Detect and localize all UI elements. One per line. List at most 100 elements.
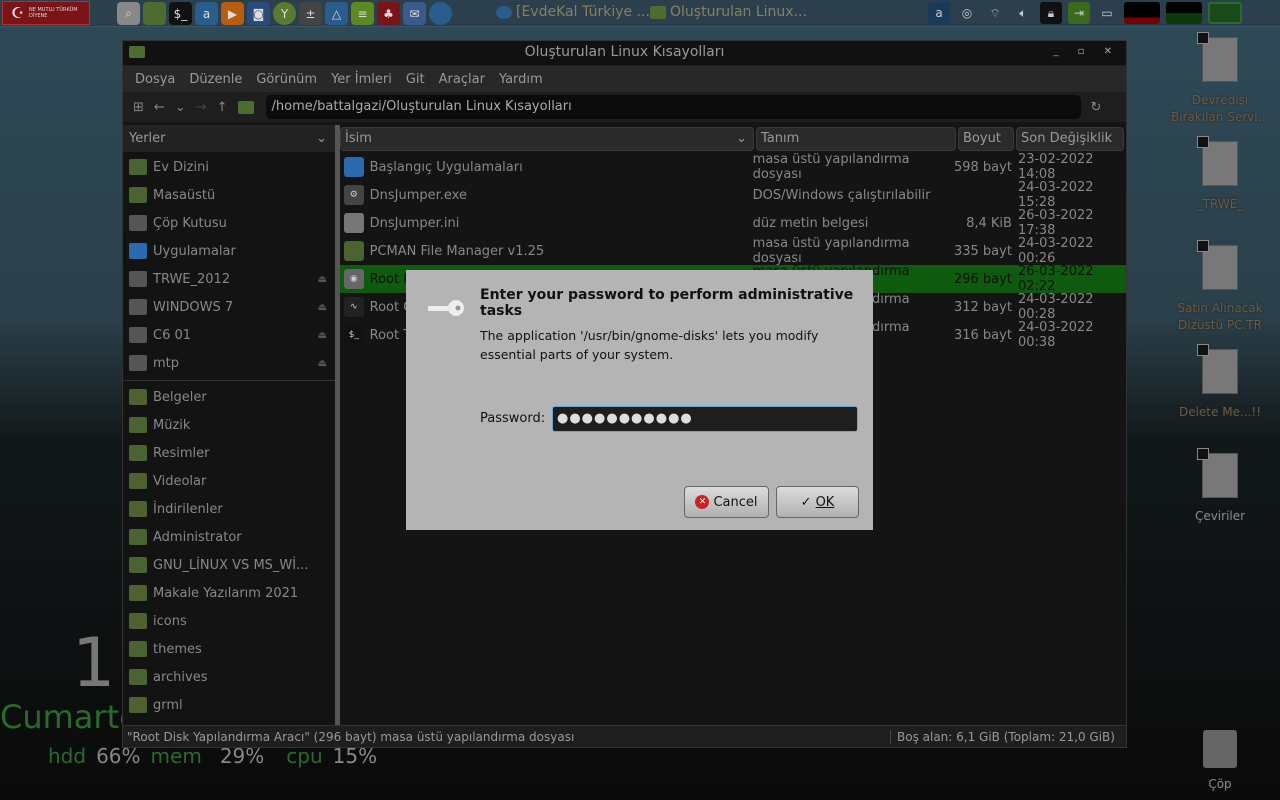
bookmark-item[interactable]: İndirilenler (123, 495, 335, 523)
cpu-graph (1124, 2, 1160, 24)
desktop-icon (129, 187, 147, 203)
volume-icon[interactable]: 🔈︎ (1012, 2, 1034, 24)
back-icon[interactable]: ← (154, 100, 165, 115)
ok-button[interactable]: ✓ OK (776, 486, 859, 518)
desktop-icon[interactable]: Çeviriler (1165, 448, 1275, 525)
up-icon[interactable]: ↑ (217, 100, 228, 115)
sidebar-item[interactable]: Masaüstü (123, 181, 335, 209)
eject-icon[interactable]: ⏏ (318, 330, 327, 341)
play-icon[interactable]: ▶ (221, 2, 244, 25)
sidebar-item[interactable]: TRWE_2012 ⏏ (123, 265, 335, 293)
eject-icon[interactable]: ⏏ (318, 358, 327, 369)
launcher-bar: ⌕ $_ a ▶ ◙ Y ± △ ≡ ♣ ✉ (117, 2, 452, 25)
sidebar-item[interactable]: Uygulamalar (123, 237, 335, 265)
path-bar[interactable]: /home/battalgazi/Oluşturulan Linux Kısay… (265, 95, 1081, 119)
bookmark-item[interactable]: GNU_LİNUX VS MS_Wİ... (123, 551, 335, 579)
lock-icon[interactable]: 🔒︎ (1040, 2, 1062, 24)
bookmark-item[interactable]: archives (123, 663, 335, 691)
calculator-icon[interactable]: ± (299, 2, 322, 25)
new-tab-icon[interactable]: ⊞ (133, 100, 144, 115)
folder-icon (129, 389, 147, 405)
menu-yardim[interactable]: Yardım (499, 72, 543, 87)
menu-gorunum[interactable]: Görünüm (256, 72, 317, 87)
column-modified[interactable]: Son Değişiklik (1016, 127, 1124, 151)
password-label: Password: (480, 411, 546, 426)
a-icon[interactable]: a (928, 2, 950, 24)
history-chevron-icon[interactable]: ⌄ (175, 100, 186, 115)
bookmark-item[interactable]: themes (123, 635, 335, 663)
desktop-trash[interactable]: Çöp (1165, 730, 1275, 793)
menu-git[interactable]: Git (406, 72, 425, 87)
sidebar-item[interactable]: C6 01 ⏏ (123, 321, 335, 349)
bookmark-item[interactable]: Videolar (123, 467, 335, 495)
sidebar-item[interactable]: WINDOWS 7 ⏏ (123, 293, 335, 321)
document-icon (1197, 344, 1238, 394)
bookmark-item[interactable]: Müzik (123, 411, 335, 439)
cancel-button[interactable]: ✕ Cancel (684, 486, 769, 518)
key-icon[interactable]: Y (273, 2, 296, 25)
sidebar-item[interactable]: Ev Dizini (123, 153, 335, 181)
folder-icon (129, 641, 147, 657)
bookmark-item[interactable]: Resimler (123, 439, 335, 467)
bookmark-item[interactable]: Makale Yazılarım 2021 (123, 579, 335, 607)
folder-icon[interactable] (143, 2, 166, 25)
reload-icon[interactable]: ↻ (1091, 100, 1102, 115)
sidebar-header[interactable]: Yerler ⌄ (123, 125, 335, 153)
window-icon[interactable]: ▭ (1096, 2, 1118, 24)
menu-duzenle[interactable]: Düzenle (189, 72, 242, 87)
file-row[interactable]: DnsJumper.ini düz metin belgesi 8,4 KiB 26-… (340, 208, 1126, 238)
bookmark-item[interactable]: icons (123, 607, 335, 635)
sync-icon[interactable]: ◎ (956, 2, 978, 24)
globe-icon[interactable] (429, 2, 452, 25)
file-row[interactable]: Başlangıç Uygulamaları masa üstü yapıland… (340, 152, 1126, 182)
terminal-icon[interactable]: $_ (169, 2, 192, 25)
file-row[interactable]: PCMAN File Manager v1.25 masa üstü yapıla… (340, 236, 1126, 266)
desktop-icon[interactable]: _TRWE_ (1165, 136, 1275, 213)
mail-icon[interactable]: ✉ (403, 2, 426, 25)
window-controls[interactable]: _ ▫ ✕ (1053, 41, 1120, 63)
trash-icon (129, 215, 147, 231)
sidebar-item[interactable]: mtp ⏏ (123, 349, 335, 377)
cherry-icon[interactable]: ♣ (377, 2, 400, 25)
notes-icon[interactable]: ≡ (351, 2, 374, 25)
bookmark-item[interactable]: Administrator (123, 523, 335, 551)
dialog-title: Enter your password to perform administr… (480, 287, 854, 319)
desktop-icon[interactable]: Delete Me...!! (1165, 344, 1275, 421)
folder-icon[interactable] (1208, 2, 1242, 24)
title-bar[interactable]: Oluşturulan Linux Kısayolları _ ▫ ✕ (123, 41, 1126, 65)
menu-araclar[interactable]: Araçlar (439, 72, 485, 87)
wifi-icon[interactable]: ⌔ (984, 2, 1006, 24)
desktop-icon[interactable]: Satın Alınacak Dizüstü PC.TR (1165, 240, 1275, 334)
desktop-icon[interactable]: Devredışı Bırakılan Servi... (1165, 32, 1275, 126)
disk-icon: ◉ (344, 269, 364, 289)
search-icon[interactable]: ⌕ (117, 2, 140, 25)
task-file-manager[interactable]: Oluşturulan Linux... (650, 4, 807, 20)
menu-dosya[interactable]: Dosya (135, 72, 175, 87)
home-icon[interactable] (237, 100, 254, 114)
task-browser[interactable]: [EvdeKal Türkiye ... (496, 4, 650, 20)
bookmark-item[interactable]: grml (123, 691, 335, 719)
bookmark-item[interactable]: Belgeler (123, 383, 335, 411)
menu-yer-imleri[interactable]: Yer İmleri (331, 72, 392, 87)
sidebar-item[interactable]: Çöp Kutusu (123, 209, 335, 237)
file-row[interactable]: ⚙ DnsJumper.exe DOS/Windows çalıştırılabil… (340, 180, 1126, 210)
a-icon[interactable]: a (195, 2, 218, 25)
home-icon (129, 159, 147, 175)
password-input[interactable]: ●●●●●●●●●●● (552, 406, 858, 432)
status-bar: "Root Disk Yapılandırma Aracı" (296 bayt… (123, 725, 1126, 747)
drive-icon (129, 271, 147, 287)
column-size[interactable]: Boyut (958, 127, 1014, 151)
column-description[interactable]: Tanım (756, 127, 956, 151)
delta-icon[interactable]: △ (325, 2, 348, 25)
forward-icon[interactable]: → (196, 100, 207, 115)
column-name[interactable]: İsim ⌄ (340, 127, 754, 151)
exit-icon[interactable]: ⇥ (1068, 2, 1090, 24)
camera-icon[interactable]: ◙ (247, 2, 270, 25)
document-icon (1197, 448, 1238, 498)
chevron-down-icon: ⌄ (316, 131, 327, 146)
terminal-icon: $_ (344, 325, 364, 345)
eject-icon[interactable]: ⏏ (318, 302, 327, 313)
flag-applet[interactable]: NE MUTLU TÜRKÜM DİYENE (2, 1, 90, 25)
text-file-icon (344, 213, 364, 233)
eject-icon[interactable]: ⏏ (318, 274, 327, 285)
